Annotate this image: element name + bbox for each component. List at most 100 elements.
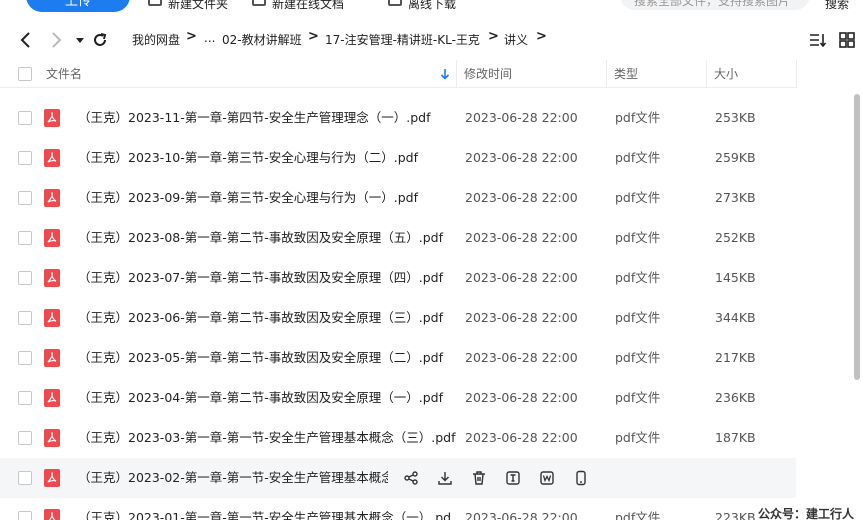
file-type: pdf文件 bbox=[615, 390, 661, 405]
grid-view-icon[interactable] bbox=[837, 30, 857, 50]
table-row[interactable]: （王克）2023-10-第一章-第三节-安全心理与行为（二）.pdf 2023-… bbox=[0, 138, 796, 178]
pdf-file-icon bbox=[44, 229, 60, 247]
back-arrow-icon[interactable] bbox=[16, 30, 36, 50]
row-checkbox[interactable] bbox=[18, 471, 32, 485]
upload-button[interactable]: 上传 bbox=[26, 0, 130, 12]
file-modified: 2023-06-28 22:00 bbox=[465, 190, 578, 205]
file-modified: 2023-06-28 22:00 bbox=[465, 510, 578, 520]
new-online-doc-button[interactable]: 新建在线文档 bbox=[252, 0, 345, 11]
file-size: 252KB bbox=[715, 230, 756, 245]
column-header-name[interactable]: 文件名 bbox=[46, 60, 82, 88]
row-checkbox[interactable] bbox=[18, 231, 32, 245]
row-checkbox[interactable] bbox=[18, 111, 32, 125]
row-checkbox[interactable] bbox=[18, 511, 32, 520]
column-divider bbox=[796, 60, 797, 88]
download-icon[interactable] bbox=[437, 470, 453, 486]
breadcrumb-separator: > bbox=[186, 29, 197, 44]
table-row[interactable]: （王克）2023-09-第一章-第三节-安全心理与行为（一）.pdf 2023-… bbox=[0, 178, 796, 218]
breadcrumb-item-ellipsis[interactable]: ... bbox=[204, 31, 215, 45]
share-icon[interactable] bbox=[403, 470, 419, 486]
history-dropdown-icon[interactable] bbox=[70, 30, 90, 50]
mobile-icon[interactable] bbox=[573, 470, 589, 486]
file-type: pdf文件 bbox=[615, 230, 661, 245]
search-input[interactable]: 搜索全部文件，支持搜索图片 bbox=[620, 0, 810, 10]
new-online-doc-label: 新建在线文档 bbox=[272, 0, 345, 11]
file-name[interactable]: （王克）2023-04-第一章-第二节-事故致因及安全原理（一）.pdf bbox=[78, 378, 450, 418]
file-name[interactable]: （王克）2023-05-第一章-第二节-事故致因及安全原理（二）.pdf bbox=[78, 338, 450, 378]
file-type: pdf文件 bbox=[615, 110, 661, 125]
breadcrumb-item-current[interactable]: 讲义 bbox=[504, 31, 528, 48]
file-type: pdf文件 bbox=[615, 510, 661, 520]
table-header: 文件名 修改时间 类型 大小 bbox=[0, 60, 797, 88]
row-action-bar bbox=[400, 458, 600, 498]
file-name[interactable]: （王克）2023-11-第一章-第四节-安全生产管理理念（一）.pdf bbox=[78, 98, 450, 138]
file-name[interactable]: （王克）2023-10-第一章-第三节-安全心理与行为（二）.pdf bbox=[78, 138, 450, 178]
pdf-file-icon bbox=[44, 189, 60, 207]
scrollbar-thumb[interactable] bbox=[854, 94, 860, 380]
row-checkbox[interactable] bbox=[18, 191, 32, 205]
table-row[interactable]: （王克）2023-03-第一章-第一节-安全生产管理基本概念（三）.pdf 20… bbox=[0, 418, 796, 458]
breadcrumb-item-course[interactable]: 02-教材讲解班 bbox=[222, 31, 302, 48]
breadcrumb-separator: > bbox=[536, 29, 547, 44]
file-name[interactable]: （王克）2023-06-第一章-第二节-事故致因及安全原理（三）.pdf bbox=[78, 298, 450, 338]
table-row[interactable]: （王克）2023-08-第一章-第二节-事故致因及安全原理（五）.pdf 202… bbox=[0, 218, 796, 258]
offline-download-button[interactable]: 离线下载 bbox=[388, 0, 457, 11]
select-all-checkbox[interactable] bbox=[18, 67, 32, 81]
navigation-bar: 我的网盘 > ... 02-教材讲解班 > 17-注安管理-精讲班-KL-王克 … bbox=[0, 24, 862, 56]
pdf-file-icon bbox=[44, 109, 60, 127]
file-name[interactable]: （王克）2023-09-第一章-第三节-安全心理与行为（一）.pdf bbox=[78, 178, 450, 218]
pdf-file-icon bbox=[44, 269, 60, 287]
table-row[interactable]: （王克）2023-06-第一章-第二节-事故致因及安全原理（三）.pdf 202… bbox=[0, 298, 796, 338]
breadcrumb-item-class[interactable]: 17-注安管理-精讲班-KL-王克 bbox=[325, 31, 480, 48]
row-checkbox[interactable] bbox=[18, 391, 32, 405]
text-icon[interactable] bbox=[505, 470, 521, 486]
column-divider bbox=[456, 60, 457, 88]
file-modified: 2023-06-28 22:00 bbox=[465, 110, 578, 125]
file-name[interactable]: （王克）2023-03-第一章-第一节-安全生产管理基本概念（三）.pdf bbox=[78, 418, 458, 458]
sort-icon[interactable] bbox=[808, 30, 828, 50]
row-checkbox[interactable] bbox=[18, 431, 32, 445]
file-name[interactable]: （王克）2023-07-第一章-第二节-事故致因及安全原理（四）.pdf bbox=[78, 258, 450, 298]
row-checkbox[interactable] bbox=[18, 351, 32, 365]
column-divider bbox=[606, 60, 607, 88]
row-checkbox[interactable] bbox=[18, 271, 32, 285]
column-header-type[interactable]: 类型 bbox=[614, 60, 638, 88]
word-icon[interactable] bbox=[539, 470, 555, 486]
file-type: pdf文件 bbox=[615, 270, 661, 285]
sort-descending-icon[interactable] bbox=[440, 68, 450, 80]
pdf-file-icon bbox=[44, 469, 60, 487]
search-button[interactable]: 搜索 bbox=[825, 0, 849, 14]
column-divider bbox=[706, 60, 707, 88]
file-name[interactable]: （王克）2023-08-第一章-第二节-事故致因及安全原理（五）.pdf bbox=[78, 218, 450, 258]
file-size: 344KB bbox=[715, 310, 756, 325]
table-row[interactable]: （王克）2023-11-第一章-第四节-安全生产管理理念（一）.pdf 2023… bbox=[0, 98, 796, 138]
pdf-file-icon bbox=[44, 309, 60, 327]
table-row[interactable]: （王克）2023-01-第一章-第一节-安全生产管理基本概念（一）.pdf 20… bbox=[0, 498, 796, 520]
breadcrumb-item-root[interactable]: 我的网盘 bbox=[132, 31, 180, 48]
row-checkbox[interactable] bbox=[18, 151, 32, 165]
refresh-icon[interactable] bbox=[90, 30, 110, 50]
forward-arrow-icon[interactable] bbox=[46, 30, 66, 50]
table-row[interactable]: （王克）2023-05-第一章-第二节-事故致因及安全原理（二）.pdf 202… bbox=[0, 338, 796, 378]
new-folder-button[interactable]: 新建文件夹 bbox=[148, 0, 228, 11]
pdf-file-icon bbox=[44, 149, 60, 167]
table-row[interactable]: （王克）2023-04-第一章-第二节-事故致因及安全原理（一）.pdf 202… bbox=[0, 378, 796, 418]
watermark-text: 公众号：建工行人 bbox=[758, 505, 855, 520]
offline-download-label: 离线下载 bbox=[408, 0, 457, 11]
file-modified: 2023-06-28 22:00 bbox=[465, 270, 578, 285]
file-modified: 2023-06-28 22:00 bbox=[465, 350, 578, 365]
column-header-size[interactable]: 大小 bbox=[714, 60, 738, 88]
file-modified: 2023-06-28 22:00 bbox=[465, 390, 578, 405]
column-header-modified[interactable]: 修改时间 bbox=[464, 60, 512, 88]
table-row-hovered[interactable]: （王克）2023-02-第一章-第一节-安全生产管理基本概念... bbox=[0, 458, 796, 498]
row-checkbox[interactable] bbox=[18, 311, 32, 325]
download-box-icon bbox=[388, 0, 402, 6]
file-name[interactable]: （王克）2023-02-第一章-第一节-安全生产管理基本概念... bbox=[78, 458, 388, 498]
delete-icon[interactable] bbox=[471, 470, 487, 486]
folder-plus-icon bbox=[148, 0, 162, 6]
table-row[interactable]: （王克）2023-07-第一章-第二节-事故致因及安全原理（四）.pdf 202… bbox=[0, 258, 796, 298]
doc-plus-icon bbox=[252, 0, 266, 6]
file-size: 259KB bbox=[715, 150, 756, 165]
top-toolbar: 上传 新建文件夹 新建在线文档 离线下载 搜索全部文件，支持搜索图片 搜索 bbox=[0, 0, 862, 14]
file-name[interactable]: （王克）2023-01-第一章-第一节-安全生产管理基本概念（一）.pdf bbox=[78, 498, 450, 520]
